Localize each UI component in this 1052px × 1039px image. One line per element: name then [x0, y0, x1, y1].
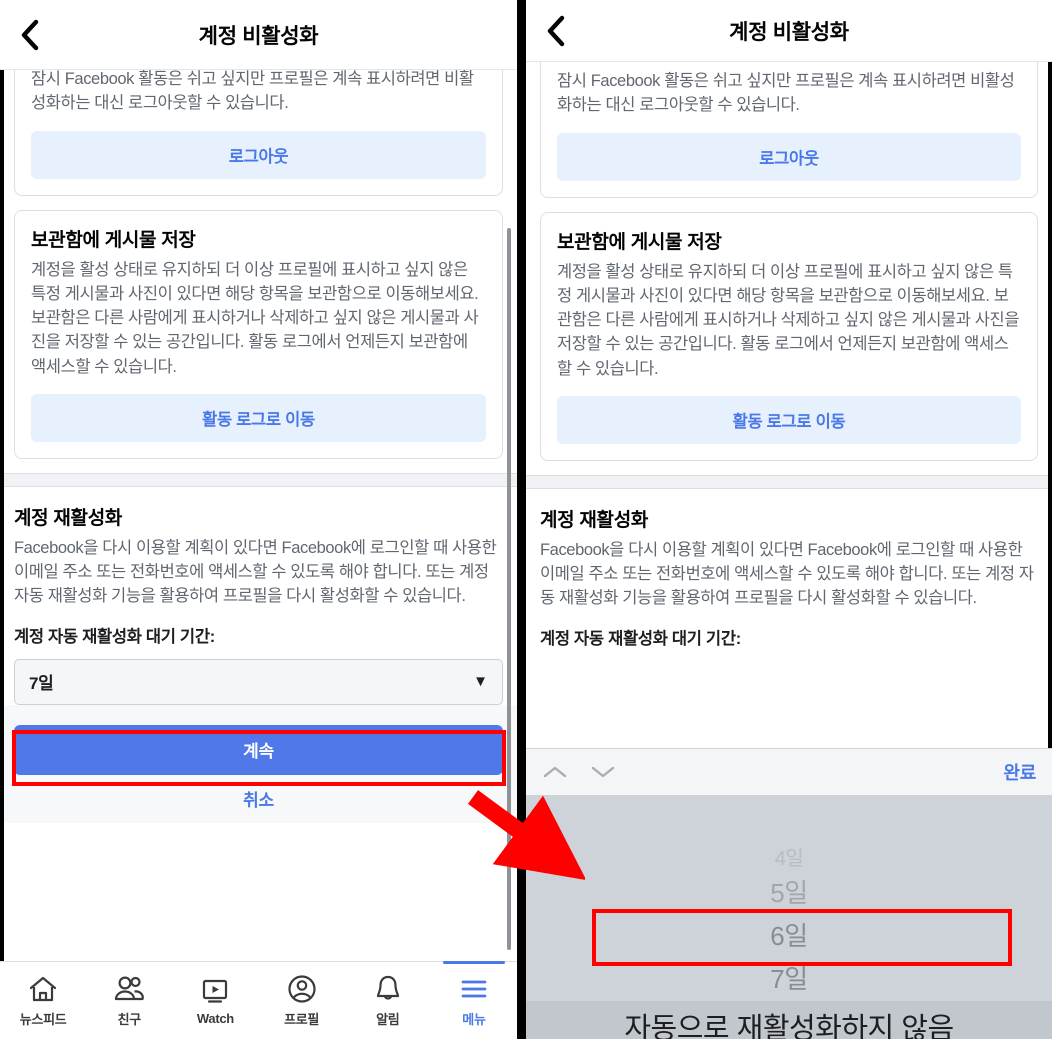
auto-reactivation-select[interactable]: 7일 ▼	[14, 658, 503, 705]
profile-icon	[287, 974, 317, 1004]
go-to-activity-log-button[interactable]: 활동 로그로 이동	[557, 395, 1021, 444]
scroll-area-right: 잠시 Facebook 활동은 쉬고 싶지만 프로필은 계속 표시하려면 비활성…	[526, 34, 1052, 649]
archive-card: 보관함에 게시물 저장 계정을 활성 상태로 유지하되 더 이상 프로필에 표시…	[14, 209, 503, 459]
scroll-area-left: 잠시 Facebook 활동은 쉬고 싶지만 프로필은 계속 표시하려면 비활성…	[0, 32, 517, 823]
picker-option[interactable]: 6일	[526, 915, 1052, 958]
section-divider	[526, 474, 1052, 489]
navigation-header-left: 계정 비활성화	[0, 0, 517, 70]
reactivation-title: 계정 재활성화	[540, 509, 649, 531]
picker-option[interactable]: 5일	[526, 872, 1052, 915]
watch-icon	[200, 976, 230, 1006]
tab-menu[interactable]: 메뉴	[431, 961, 517, 1039]
archive-card-title: 보관함에 게시물 저장	[31, 229, 196, 251]
archive-card: 보관함에 게시물 저장 계정을 활성 상태로 유지하되 더 이상 프로필에 표시…	[540, 211, 1038, 461]
caret-down-icon: ▼	[473, 673, 488, 690]
picker-option[interactable]: 7일	[526, 958, 1052, 1001]
reactivation-section: 계정 재활성화 Facebook을 다시 이용할 계획이 있다면 Faceboo…	[526, 488, 1052, 649]
tab-label: 메뉴	[462, 1011, 486, 1027]
scroll-content-left: 잠시 Facebook 활동은 쉬고 싶지만 프로필은 계속 표시하려면 비활성…	[0, 0, 517, 1039]
chevron-down-icon[interactable]	[590, 763, 616, 781]
page-title: 계정 비활성화	[729, 20, 849, 44]
tab-watch[interactable]: Watch	[172, 962, 258, 1039]
section-divider	[0, 472, 517, 487]
auto-reactivation-field-label: 계정 자동 재활성화 대기 기간:	[14, 627, 215, 646]
logout-button[interactable]: 로그아웃	[557, 132, 1021, 181]
tab-profile[interactable]: 프로필	[259, 962, 345, 1039]
tab-label: 친구	[117, 1011, 142, 1027]
picker-wheel[interactable]: 4일 5일 6일 7일 자동으로 재활성화하지 않음	[526, 796, 1052, 1039]
tab-label: 뉴스피드	[19, 1011, 67, 1027]
logout-button[interactable]: 로그아웃	[31, 130, 486, 179]
page-title: 계정 비활성화	[198, 24, 319, 48]
frame-edge-left	[0, 0, 4, 1039]
archive-card-body: 계정을 활성 상태로 유지하되 더 이상 프로필에 표시하고 싶지 않은 특정 …	[557, 262, 1020, 378]
bell-icon	[374, 974, 402, 1004]
go-to-activity-log-button[interactable]: 활동 로그로 이동	[31, 393, 486, 442]
reactivation-title: 계정 재활성화	[14, 507, 123, 529]
archive-card-body: 계정을 활성 상태로 유지하되 더 이상 프로필에 표시하고 싶지 않은 특정 …	[31, 260, 479, 376]
picker-done-button[interactable]: 완료	[1003, 759, 1036, 785]
hamburger-menu-icon	[459, 974, 489, 1004]
phone-screen-before: 잠시 Facebook 활동은 쉬고 싶지만 프로필은 계속 표시하려면 비활성…	[0, 0, 517, 1039]
tab-label: Watch	[196, 1010, 234, 1026]
tab-newsfeed[interactable]: 뉴스피드	[0, 962, 86, 1039]
picker-toolbar: 완료	[526, 748, 1052, 796]
logout-card-body: 잠시 Facebook 활동은 쉬고 싶지만 프로필은 계속 표시하려면 비활성…	[31, 70, 474, 113]
tab-friends[interactable]: 친구	[86, 962, 172, 1039]
navigation-header-right: 계정 비활성화	[526, 0, 1052, 62]
reactivation-section: 계정 재활성화 Facebook을 다시 이용할 계획이 있다면 Faceboo…	[0, 486, 517, 705]
tab-label: 프로필	[284, 1011, 320, 1027]
screenshot-stage: 잠시 Facebook 활동은 쉬고 싶지만 프로필은 계속 표시하려면 비활성…	[0, 0, 1052, 1039]
friends-icon	[113, 974, 145, 1004]
select-wrapper: 7일 ▼	[14, 658, 503, 705]
ios-picker: 완료 4일 5일 6일 7일 자동으로 재활성화하지 않음	[526, 748, 1052, 1039]
reactivation-body: Facebook을 다시 이용할 계획이 있다면 Facebook에 로그인할 …	[540, 540, 1034, 608]
reactivation-body: Facebook을 다시 이용할 계획이 있다면 Facebook에 로그인할 …	[14, 538, 497, 606]
action-button-area: 계속 취소	[0, 704, 517, 823]
home-icon	[28, 974, 58, 1004]
picker-option-selected[interactable]: 자동으로 재활성화하지 않음	[526, 1001, 1052, 1039]
logout-card-body: 잠시 Facebook 활동은 쉬고 싶지만 프로필은 계속 표시하려면 비활성…	[557, 72, 1015, 115]
archive-card-title: 보관함에 게시물 저장	[557, 231, 722, 253]
select-value: 7일	[29, 674, 54, 693]
active-tab-indicator	[442, 961, 505, 964]
continue-button[interactable]: 계속	[14, 724, 503, 775]
auto-reactivation-field-label: 계정 자동 재활성화 대기 기간:	[540, 629, 741, 648]
tab-label: 알림	[376, 1011, 400, 1027]
picker-option-list: 4일 5일 6일 7일 자동으로 재활성화하지 않음	[526, 846, 1052, 1039]
frame-divider	[517, 0, 526, 1039]
vertical-scrollbar[interactable]	[507, 228, 511, 950]
chevron-up-icon[interactable]	[542, 763, 568, 781]
cancel-button[interactable]: 취소	[14, 775, 503, 823]
tab-notifications[interactable]: 알림	[345, 962, 431, 1039]
picker-option[interactable]: 4일	[526, 846, 1052, 872]
bottom-tabbar: 뉴스피드 친구 Watch 프로필 알림 메뉴	[0, 961, 517, 1039]
phone-screen-after: 잠시 Facebook 활동은 쉬고 싶지만 프로필은 계속 표시하려면 비활성…	[526, 0, 1052, 1039]
